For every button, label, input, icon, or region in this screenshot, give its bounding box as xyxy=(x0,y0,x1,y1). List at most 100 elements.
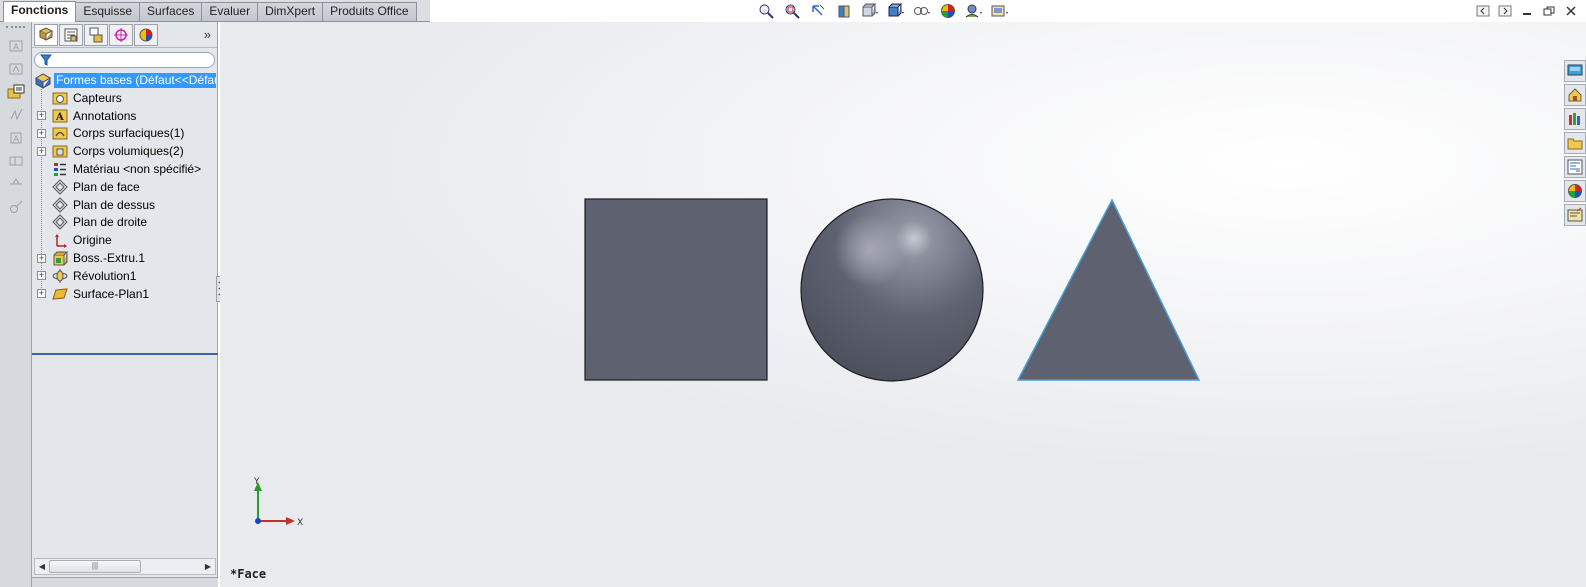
expand-toggle[interactable]: + xyxy=(37,253,46,263)
planar-surface-icon xyxy=(52,286,68,302)
home-icon[interactable] xyxy=(1564,84,1586,106)
scroll-left-icon[interactable]: ◀ xyxy=(35,562,49,571)
part-icon xyxy=(34,72,52,89)
view-orientation-label: *Face xyxy=(230,567,267,581)
revolve-icon xyxy=(52,268,68,284)
tab-fonctions[interactable]: Fonctions xyxy=(3,1,77,22)
edit-appearance-icon[interactable] xyxy=(937,3,959,19)
tab-esquisse[interactable]: Esquisse xyxy=(75,2,141,21)
zoom-to-area-icon[interactable] xyxy=(781,3,803,19)
zoom-to-fit-icon[interactable] xyxy=(755,3,777,19)
tree-horizontal-scrollbar[interactable]: ◀ ||| ▶ xyxy=(34,558,216,575)
triad-x-label: X xyxy=(297,518,303,528)
graphics-viewport[interactable]: Y X *Face xyxy=(220,3,1586,587)
solid-bodies-folder-icon xyxy=(52,143,68,159)
expand-toggle[interactable]: + xyxy=(37,111,46,121)
restore-icon[interactable] xyxy=(1540,4,1558,18)
expand-toggle[interactable]: + xyxy=(37,128,46,138)
file-explorer-icon[interactable] xyxy=(1564,132,1586,154)
tree-root-part[interactable]: Formes bases (Défaut<<Défaut xyxy=(32,72,217,89)
tab-produits-office[interactable]: Produits Office xyxy=(322,2,417,21)
expand-panel-icon[interactable]: » xyxy=(204,27,211,42)
surface-finish-icon[interactable] xyxy=(5,105,27,125)
tree-root-label: Formes bases (Défaut<<Défaut xyxy=(54,73,216,88)
design-library-icon[interactable] xyxy=(1564,108,1586,130)
smart-dimension-icon[interactable]: A xyxy=(5,36,27,56)
tile-left-icon[interactable] xyxy=(1474,4,1492,18)
tab-surfaces[interactable]: Surfaces xyxy=(139,2,203,21)
tile-right-icon[interactable] xyxy=(1496,4,1514,18)
view-orientation-icon[interactable] xyxy=(859,3,881,19)
tree-item-plan-de-droite[interactable]: Plan de droite xyxy=(32,214,217,232)
custom-properties-icon[interactable] xyxy=(1564,204,1586,226)
document-window-controls xyxy=(1474,4,1580,18)
planar-triangle-surface[interactable] xyxy=(1016,198,1201,381)
plane-icon xyxy=(52,214,68,231)
expand-toggle[interactable]: + xyxy=(37,146,46,156)
apply-scene-icon[interactable] xyxy=(963,3,985,19)
surface-bodies-folder-icon xyxy=(52,125,68,141)
coordinate-triad: Y X xyxy=(253,477,303,528)
sphere-highlight xyxy=(801,199,983,381)
left-toolbar: A A xyxy=(0,22,32,587)
tree-item-origine[interactable]: Origine xyxy=(32,231,217,249)
feature-filter-input[interactable] xyxy=(34,52,215,68)
property-manager-icon[interactable] xyxy=(59,23,83,46)
display-manager-icon[interactable] xyxy=(134,23,158,46)
expand-toggle[interactable]: + xyxy=(37,271,46,281)
tree-item-corps-volumiques[interactable]: + Corps volumiques(2) xyxy=(32,142,217,160)
feature-manager-tree-icon[interactable] xyxy=(34,23,58,46)
svg-text:A: A xyxy=(13,43,20,53)
section-view-icon[interactable] xyxy=(833,3,855,19)
scroll-right-icon[interactable]: ▶ xyxy=(201,562,215,571)
extruded-square-body[interactable] xyxy=(584,198,768,381)
feature-manager-panel: » Formes bases (Défaut<<Défaut Capteurs … xyxy=(32,22,218,580)
tree-item-capteurs[interactable]: Capteurs xyxy=(32,89,217,107)
tree-item-corps-surfaciques[interactable]: + Corps surfaciques(1) xyxy=(32,125,217,143)
close-icon[interactable] xyxy=(1562,4,1580,18)
filter-icon xyxy=(40,54,52,66)
view-settings-icon[interactable] xyxy=(989,3,1011,19)
minimize-icon[interactable] xyxy=(1518,4,1536,18)
model-graphics xyxy=(584,198,1201,382)
display-style-icon[interactable] xyxy=(885,3,907,19)
triad-y-label: Y xyxy=(253,477,260,487)
expand-toggle[interactable]: + xyxy=(37,289,46,299)
origin-icon xyxy=(52,232,68,249)
view-palette-icon[interactable] xyxy=(1564,156,1586,178)
tab-dimxpert[interactable]: DimXpert xyxy=(257,2,324,21)
previous-view-icon[interactable] xyxy=(807,3,829,19)
datum-icon[interactable]: A xyxy=(5,128,27,148)
appearances-scenes-icon[interactable] xyxy=(1564,180,1586,202)
feature-tree: Formes bases (Défaut<<Défaut Capteurs + … xyxy=(32,70,218,355)
extrude-icon xyxy=(52,250,68,266)
tree-item-boss-extru[interactable]: + Boss.-Extru.1 xyxy=(32,249,217,267)
hide-show-items-icon[interactable] xyxy=(911,3,933,19)
tree-item-plan-de-dessus[interactable]: Plan de dessus xyxy=(32,196,217,214)
tree-item-surface-plan[interactable]: + Surface-Plan1 xyxy=(32,285,217,303)
dimxpert-manager-icon[interactable] xyxy=(109,23,133,46)
material-icon xyxy=(52,161,68,177)
tree-item-annotations[interactable]: + A Annotations xyxy=(32,107,217,125)
tree-item-plan-de-face[interactable]: Plan de face xyxy=(32,178,217,196)
toolbar-grip[interactable] xyxy=(6,26,25,32)
tree-item-revolution[interactable]: + Révolution1 xyxy=(32,267,217,285)
tab-evaluer[interactable]: Evaluer xyxy=(201,2,259,21)
svg-text:A: A xyxy=(55,112,64,123)
scroll-thumb[interactable]: ||| xyxy=(49,560,141,573)
weld-symbol-icon[interactable] xyxy=(5,174,27,194)
tree-item-materiau[interactable]: Matériau <non spécifié> xyxy=(32,160,217,178)
configuration-manager-icon[interactable] xyxy=(84,23,108,46)
plane-icon xyxy=(52,196,68,213)
command-manager-tabs: Fonctions Esquisse Surfaces Evaluer DimX… xyxy=(0,0,430,22)
note-icon[interactable] xyxy=(5,59,27,79)
feature-manager-tabs: » xyxy=(32,22,217,48)
model-tabs-strip xyxy=(32,577,218,587)
tree-end-rollback-bar[interactable] xyxy=(32,353,218,355)
hole-callout-icon[interactable] xyxy=(5,197,27,217)
sensor-folder-icon xyxy=(52,90,68,106)
balloon-folder-icon[interactable] xyxy=(5,82,27,102)
geometric-tolerance-icon[interactable] xyxy=(5,151,27,171)
solidworks-resources-icon[interactable] xyxy=(1564,60,1586,82)
annotations-folder-icon: A xyxy=(52,108,68,124)
